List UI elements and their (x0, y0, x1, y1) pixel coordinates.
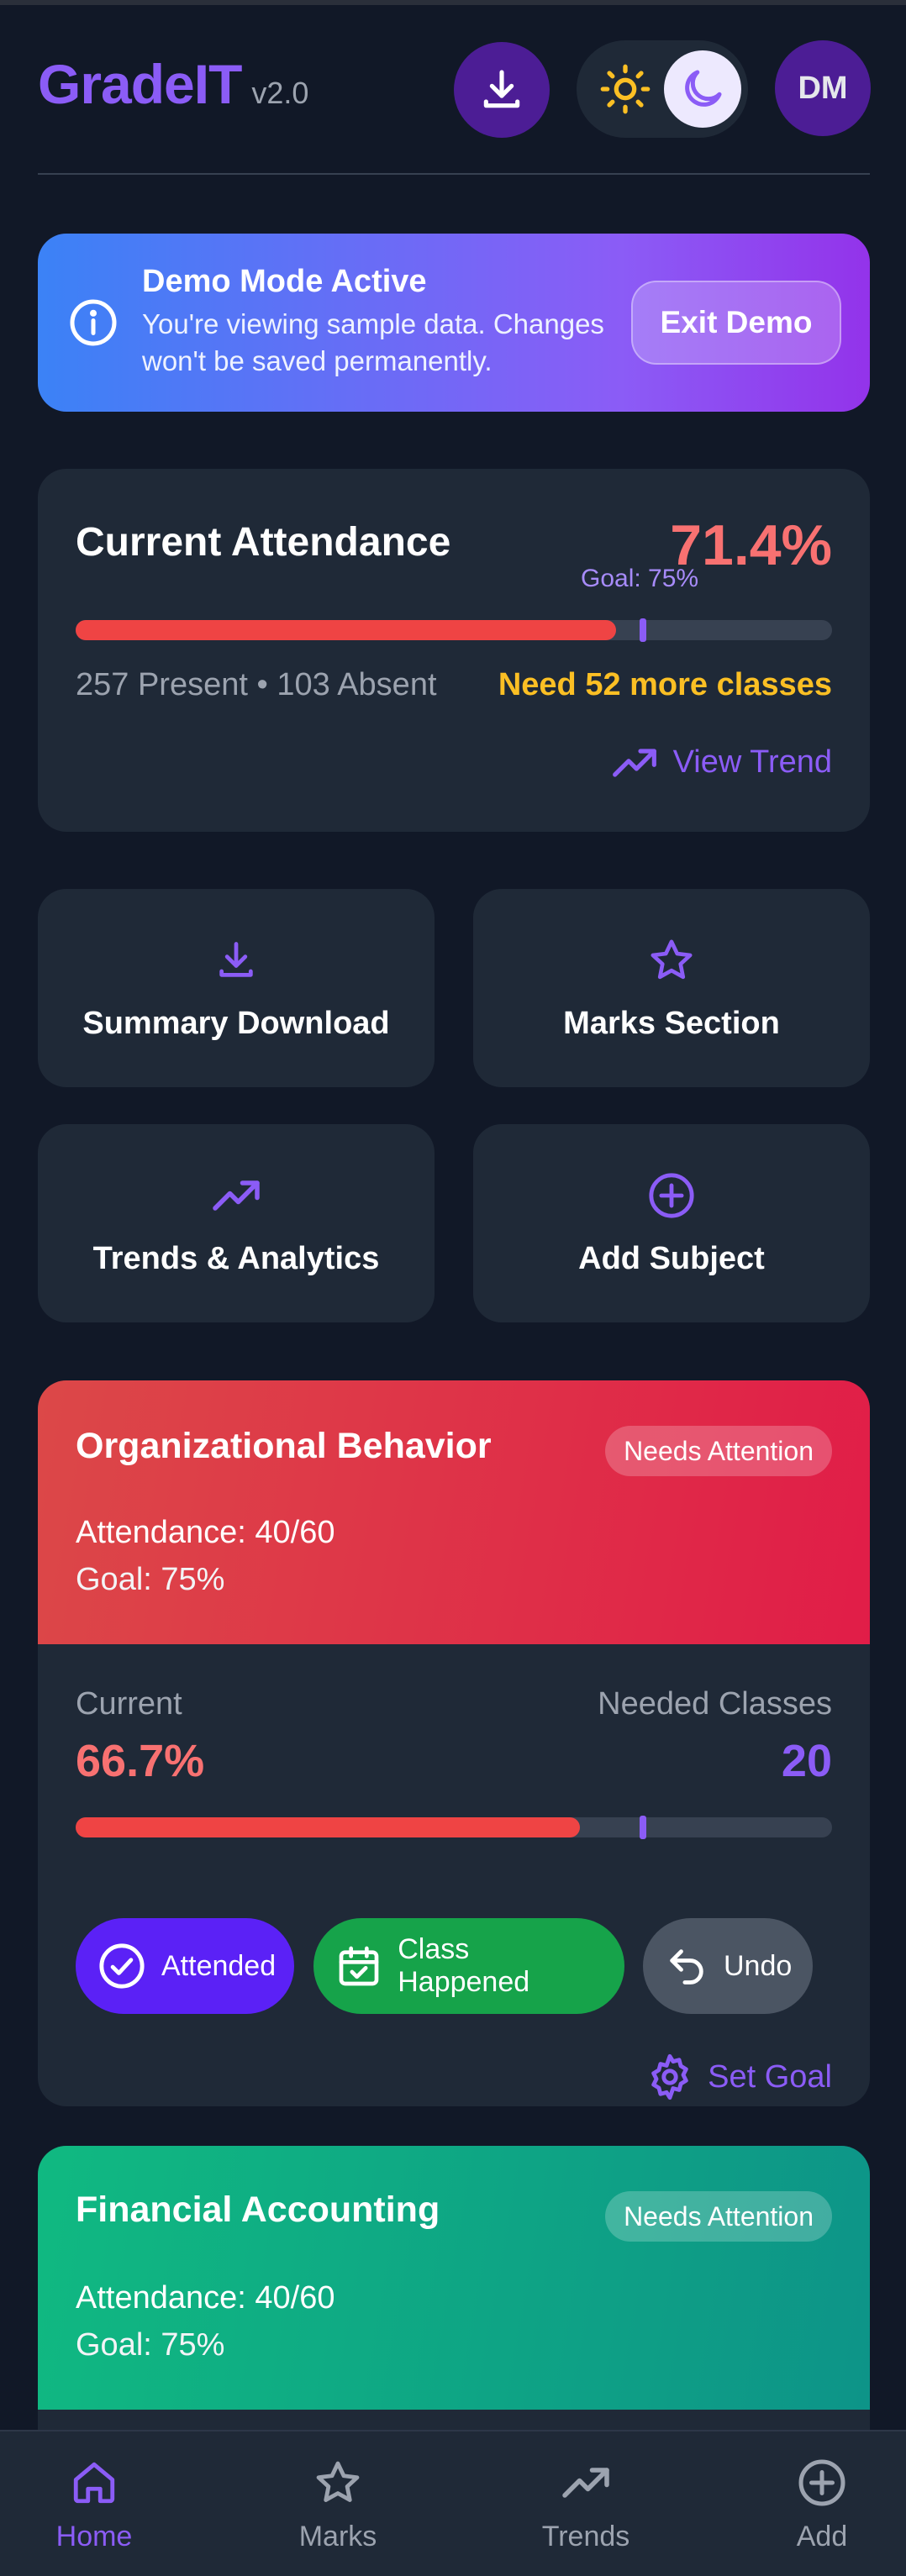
calendar-check-icon (335, 1942, 382, 1990)
status-badge: Needs Attention (605, 1426, 832, 1476)
nav-label: Trends (541, 2521, 630, 2552)
theme-toggle[interactable] (577, 40, 748, 138)
subject-header: Organizational Behavior Needs Attention … (38, 1380, 870, 1644)
download-icon (211, 935, 261, 986)
set-goal-link[interactable]: Set Goal (645, 2053, 832, 2101)
trending-up-icon (558, 2455, 614, 2510)
subject-progress-fill (76, 1817, 581, 1837)
subject-attendance: Attendance: 40/60 (76, 2280, 335, 2316)
goal-marker (640, 618, 646, 642)
subject-attendance: Attendance: 40/60 (76, 1515, 335, 1550)
subject-name: Organizational Behavior (76, 1426, 492, 1466)
moon-icon[interactable] (664, 50, 741, 128)
tile-label: Marks Section (563, 1005, 780, 1041)
class-happened-label: Class Happened (398, 1933, 530, 1998)
subject-card: Organizational Behavior Needs Attention … (38, 1380, 870, 2106)
trending-up-icon (612, 748, 656, 777)
star-icon (310, 2455, 366, 2510)
attendance-card: Current Attendance 71.4% Goal: 75% 257 P… (38, 469, 870, 832)
summary-download-tile[interactable]: Summary Download (38, 889, 435, 1087)
sun-icon[interactable] (593, 57, 657, 121)
attendance-progress-fill (76, 620, 616, 640)
gear-icon (651, 2053, 688, 2100)
view-trend-label: View Trend (672, 744, 832, 780)
nav-label: Add (796, 2521, 848, 2552)
trends-analytics-tile[interactable]: Trends & Analytics (38, 1124, 435, 1322)
check-circle-icon (97, 1942, 146, 1990)
download-icon (483, 70, 520, 108)
status-badge: Needs Attention (605, 2191, 832, 2242)
tile-label: Summary Download (82, 1005, 390, 1041)
class-happened-button[interactable]: Class Happened (313, 1918, 624, 2014)
subject-header: Financial Accounting Needs Attention Att… (38, 2146, 870, 2410)
brand: GradeIT v2.0 (38, 52, 308, 116)
info-icon (70, 299, 117, 346)
attendance-label: Current Attendance (76, 520, 451, 565)
app-name: GradeIT (38, 53, 242, 115)
attendance-goal: Goal: 75% (581, 565, 699, 592)
nav-item-add[interactable]: Add (738, 2431, 906, 2576)
nav-label: Marks (298, 2521, 377, 2552)
demo-text: You're viewing sample data. Changes won'… (142, 308, 604, 376)
home-icon (66, 2455, 122, 2510)
subject-name: Financial Accounting (76, 2190, 440, 2230)
user-avatar[interactable]: DM (775, 40, 871, 136)
classes-needed: Need 52 more classes (498, 667, 832, 702)
header-divider (38, 173, 870, 175)
needed-classes-label: Needed Classes (598, 1686, 832, 1722)
demo-title: Demo Mode Active (142, 264, 427, 299)
current-label: Current (76, 1686, 182, 1722)
subject-progress-bar (76, 1816, 832, 1839)
app-header: GradeIT v2.0 DM (0, 0, 906, 175)
header-download-button[interactable] (454, 42, 550, 138)
current-value: 66.7% (76, 1736, 205, 1786)
view-trend-link[interactable]: View Trend (611, 744, 832, 781)
nav-item-home[interactable]: Home (10, 2431, 178, 2576)
set-goal-label: Set Goal (708, 2058, 832, 2095)
plus-circle-icon (646, 1170, 697, 1221)
exit-demo-button[interactable]: Exit Demo (631, 281, 841, 365)
add-subject-tile[interactable]: Add Subject (473, 1124, 870, 1322)
attendance-progress-bar (76, 618, 832, 642)
marks-section-tile[interactable]: Marks Section (473, 889, 870, 1087)
plus-circle-icon (794, 2455, 850, 2510)
undo-button[interactable]: Undo (643, 1918, 813, 2014)
app-version: v2.0 (251, 76, 309, 110)
undo-label: Undo (724, 1949, 793, 1982)
nav-item-trends[interactable]: Trends (502, 2431, 670, 2576)
trending-up-icon (211, 1170, 261, 1221)
nav-label: Home (55, 2521, 133, 2552)
tile-label: Add Subject (578, 1240, 765, 1276)
undo-icon (665, 1942, 708, 1990)
star-icon (646, 935, 697, 986)
attended-label: Attended (161, 1949, 277, 1982)
subject-goal: Goal: 75% (76, 1562, 225, 1597)
bottom-nav: Home Marks Trends Add (0, 2430, 906, 2576)
attended-button[interactable]: Attended (76, 1918, 294, 2014)
nav-item-marks[interactable]: Marks (254, 2431, 422, 2576)
needed-classes-value: 20 (781, 1736, 832, 1786)
tile-label: Trends & Analytics (92, 1240, 380, 1276)
subject-goal: Goal: 75% (76, 2327, 225, 2363)
demo-banner: Demo Mode Active You're viewing sample d… (38, 234, 870, 412)
attendance-counts: 257 Present • 103 Absent (76, 667, 437, 702)
goal-marker (640, 1816, 646, 1839)
